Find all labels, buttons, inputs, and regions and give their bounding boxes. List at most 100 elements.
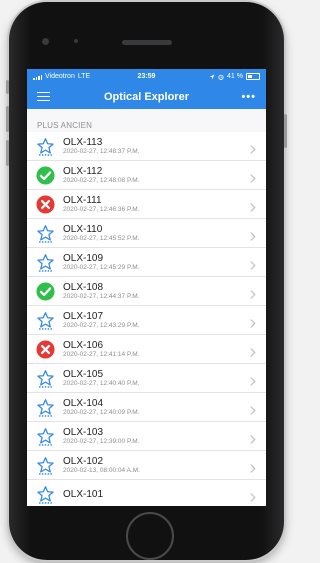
screen: Videotron LTE 23:59 41 % Optical Explore…: [27, 69, 266, 506]
star-outline-icon: [35, 368, 55, 388]
item-text: OLX-111 2020-02-27, 12:46:36 P.M.: [63, 195, 140, 213]
list-item[interactable]: OLX-109 2020-02-27, 12:45:29 P.M.: [27, 248, 266, 277]
network-label: LTE: [77, 73, 91, 80]
list-item[interactable]: OLX-102 2020-02-13, 08:00:04 A.M.: [27, 451, 266, 480]
item-title: OLX-102: [63, 455, 104, 467]
item-date: 2020-02-27, 12:44:37 P.M.: [63, 292, 140, 300]
chevron-right-icon: [250, 315, 256, 333]
item-text: OLX-104 2020-02-27, 12:40:09 P.M.: [63, 398, 140, 416]
item-text: OLX-106 2020-02-27, 12:41:14 P.M.: [63, 340, 140, 358]
star-outline-icon: [35, 484, 55, 504]
list-item[interactable]: OLX-103 2020-02-27, 12:39:00 P.M.: [27, 422, 266, 451]
home-button[interactable]: [126, 512, 174, 560]
nav-bar: Optical Explorer •••: [27, 84, 266, 109]
results-list: OLX-113 2020-02-27, 12:48:37 P.M. OLX-112 2…: [27, 132, 266, 506]
item-text: OLX-101: [63, 489, 103, 500]
chevron-right-icon: [250, 141, 256, 159]
item-title: OLX-112: [63, 165, 103, 177]
item-title: OLX-107: [63, 310, 104, 322]
item-text: OLX-109 2020-02-27, 12:45:29 P.M.: [63, 253, 140, 271]
star-outline-icon: [35, 397, 55, 417]
list-item[interactable]: OLX-104 2020-02-27, 12:40:09 P.M.: [27, 393, 266, 422]
front-camera: [42, 38, 49, 45]
more-button[interactable]: •••: [241, 91, 256, 103]
earpiece-speaker: [122, 40, 172, 45]
star-outline-icon: [35, 223, 55, 243]
list-item[interactable]: OLX-113 2020-02-27, 12:48:37 P.M.: [27, 132, 266, 161]
chevron-right-icon: [250, 460, 256, 478]
chevron-right-icon: [250, 431, 256, 449]
item-title: OLX-101: [63, 488, 104, 500]
chevron-right-icon: [250, 228, 256, 246]
item-title: OLX-105: [63, 368, 104, 380]
hamburger-menu-icon[interactable]: [37, 91, 50, 102]
item-date: 2020-02-27, 12:46:36 P.M.: [63, 205, 140, 213]
power-button: [284, 114, 287, 148]
x-circle-icon: [35, 339, 55, 359]
status-bar: Videotron LTE 23:59 41 %: [27, 69, 266, 84]
star-outline-icon: [35, 310, 55, 330]
item-date: 2020-02-27, 12:43:29 P.M.: [63, 321, 140, 329]
item-date: 2020-02-27, 12:45:29 P.M.: [63, 263, 140, 271]
status-left: Videotron LTE: [33, 73, 90, 80]
list-item[interactable]: OLX-105 2020-02-27, 12:40:40 P.M.: [27, 364, 266, 393]
item-title: OLX-108: [63, 281, 104, 293]
chevron-right-icon: [250, 199, 256, 217]
volume-down-button: [6, 140, 9, 166]
item-text: OLX-108 2020-02-27, 12:44:37 P.M.: [63, 282, 140, 300]
star-outline-icon: [35, 136, 55, 156]
list-item[interactable]: OLX-110 2020-02-27, 12:45:52 P.M.: [27, 219, 266, 248]
chevron-right-icon: [250, 373, 256, 391]
chevron-right-icon: [250, 170, 256, 188]
item-title: OLX-110: [63, 223, 103, 235]
item-title: OLX-113: [63, 136, 103, 148]
chevron-right-icon: [250, 489, 256, 506]
item-text: OLX-102 2020-02-13, 08:00:04 A.M.: [63, 456, 140, 474]
item-title: OLX-106: [63, 339, 104, 351]
location-arrow-icon: [209, 74, 215, 79]
list-item[interactable]: OLX-112 2020-02-27, 12:48:08 P.M.: [27, 161, 266, 190]
sensor: [74, 39, 78, 43]
star-outline-icon: [35, 252, 55, 272]
status-right: 41 %: [209, 73, 260, 80]
list-item[interactable]: OLX-108 2020-02-27, 12:44:37 P.M.: [27, 277, 266, 306]
battery-icon: [246, 73, 260, 80]
volume-up-button: [6, 106, 9, 132]
item-text: OLX-110 2020-02-27, 12:45:52 P.M.: [63, 224, 140, 242]
check-circle-icon: [35, 165, 55, 185]
alarm-icon: [218, 74, 224, 80]
page-title: Optical Explorer: [104, 90, 189, 103]
item-text: OLX-103 2020-02-27, 12:39:00 P.M.: [63, 427, 140, 445]
phone-frame: Videotron LTE 23:59 41 % Optical Explore…: [6, 2, 287, 560]
item-date: 2020-02-27, 12:40:09 P.M.: [63, 408, 140, 416]
check-circle-icon: [35, 281, 55, 301]
mute-switch: [6, 80, 9, 94]
item-date: 2020-02-27, 12:48:37 P.M.: [63, 147, 140, 155]
chevron-right-icon: [250, 402, 256, 420]
section-header: PLUS ANCIEN: [37, 121, 93, 130]
star-outline-icon: [35, 455, 55, 475]
item-date: 2020-02-27, 12:41:14 P.M.: [63, 350, 140, 358]
item-date: 2020-02-13, 08:00:04 A.M.: [63, 466, 140, 474]
chevron-right-icon: [250, 286, 256, 304]
item-title: OLX-104: [63, 397, 104, 409]
signal-icon: [33, 74, 42, 80]
content-area: PLUS ANCIEN OLX-113 2020-02-27, 12:48:37 …: [27, 109, 266, 506]
list-item[interactable]: OLX-111 2020-02-27, 12:46:36 P.M.: [27, 190, 266, 219]
list-item[interactable]: OLX-106 2020-02-27, 12:41:14 P.M.: [27, 335, 266, 364]
x-circle-icon: [35, 194, 55, 214]
item-text: OLX-113 2020-02-27, 12:48:37 P.M.: [63, 137, 140, 155]
list-item[interactable]: OLX-101: [27, 480, 266, 506]
item-date: 2020-02-27, 12:48:08 P.M.: [63, 176, 140, 184]
item-text: OLX-105 2020-02-27, 12:40:40 P.M.: [63, 369, 140, 387]
list-item[interactable]: OLX-107 2020-02-27, 12:43:29 P.M.: [27, 306, 266, 335]
battery-percent: 41 %: [227, 73, 243, 80]
chevron-right-icon: [250, 257, 256, 275]
item-text: OLX-107 2020-02-27, 12:43:29 P.M.: [63, 311, 140, 329]
item-text: OLX-112 2020-02-27, 12:48:08 P.M.: [63, 166, 140, 184]
item-date: 2020-02-27, 12:39:00 P.M.: [63, 437, 140, 445]
carrier-label: Videotron: [45, 73, 75, 80]
item-title: OLX-103: [63, 426, 104, 438]
item-title: OLX-109: [63, 252, 104, 264]
item-date: 2020-02-27, 12:40:40 P.M.: [63, 379, 140, 387]
